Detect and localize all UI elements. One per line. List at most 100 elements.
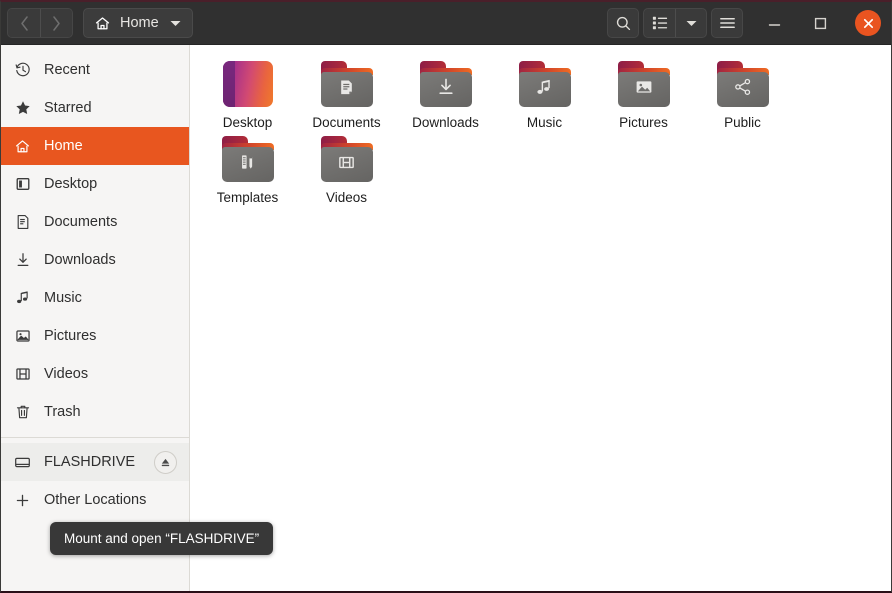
folder-icon (320, 61, 373, 107)
file-item-desktop[interactable]: Desktop (198, 55, 297, 130)
eject-icon (161, 458, 170, 466)
download-icon (14, 252, 31, 269)
folder-icon (617, 61, 670, 107)
sidebar-item-home[interactable]: Home (1, 127, 189, 165)
trash-icon (14, 404, 31, 421)
search-button[interactable] (607, 8, 639, 38)
sidebar-item-trash[interactable]: Trash (1, 393, 189, 431)
star-icon (14, 100, 31, 117)
file-item-pictures[interactable]: Pictures (594, 55, 693, 130)
maximize-button[interactable] (805, 8, 835, 38)
template-icon (239, 153, 257, 176)
back-button[interactable] (8, 9, 40, 37)
window-body: Recent Starred Home Desktop Documents Do… (1, 45, 891, 591)
document-icon (337, 78, 356, 102)
close-icon (863, 18, 873, 28)
sidebar-item-label: Trash (44, 404, 81, 420)
titlebar-left-group: Home (7, 8, 193, 38)
home-icon (14, 138, 31, 155)
drive-icon (14, 454, 31, 471)
chevron-right-icon (53, 15, 60, 31)
sidebar-item-documents[interactable]: Documents (1, 203, 189, 241)
list-view-icon (652, 16, 667, 30)
main-menu-button[interactable] (711, 8, 743, 38)
view-mode-button[interactable] (644, 9, 675, 37)
file-item-music[interactable]: Music (495, 55, 594, 130)
forward-button[interactable] (40, 9, 72, 37)
file-item-documents[interactable]: Documents (297, 55, 396, 130)
sidebar-item-label: FLASHDRIVE (44, 454, 136, 470)
titlebar: Home (1, 2, 891, 45)
folder-icon (320, 136, 373, 182)
monitor-icon (14, 176, 31, 193)
sidebar-item-label: Desktop (44, 176, 98, 192)
film-icon (14, 366, 31, 383)
sidebar-item-starred[interactable]: Starred (1, 89, 189, 127)
folder-icon (716, 61, 769, 107)
sidebar-item-downloads[interactable]: Downloads (1, 241, 189, 279)
view-options-dropdown-button[interactable] (675, 9, 706, 37)
hamburger-menu-icon (719, 17, 735, 29)
navigation-buttons (7, 8, 73, 38)
tooltip: Mount and open “FLASHDRIVE” (50, 522, 274, 555)
sidebar-item-flashdrive[interactable]: FLASHDRIVE (1, 443, 189, 481)
path-bar-label: Home (120, 15, 159, 31)
sidebar-item-desktop[interactable]: Desktop (1, 165, 189, 203)
file-item-label: Downloads (412, 115, 479, 130)
image-icon (634, 77, 654, 102)
folder-icon (221, 136, 274, 182)
maximize-icon (814, 17, 826, 29)
sidebar: Recent Starred Home Desktop Documents Do… (1, 45, 274, 591)
close-button[interactable] (855, 10, 881, 36)
sidebar-item-music[interactable]: Music (1, 279, 189, 317)
sidebar-item-label: Downloads (44, 252, 116, 268)
minimize-icon (768, 24, 780, 26)
desktop-gradient-icon (222, 61, 273, 107)
sidebar-item-videos[interactable]: Videos (1, 355, 189, 393)
sidebar-item-label: Starred (44, 100, 92, 116)
view-options-group (643, 8, 707, 38)
sidebar-item-label: Documents (44, 214, 118, 230)
file-item-videos[interactable]: Videos (297, 130, 396, 205)
eject-button[interactable] (154, 450, 177, 474)
sidebar-item-label: Videos (44, 366, 89, 382)
minimize-button[interactable] (759, 8, 789, 38)
sidebar-item-label: Music (44, 290, 82, 306)
titlebar-right-group (607, 8, 885, 38)
file-item-label: Music (526, 115, 563, 130)
sidebar-item-label: Pictures (44, 328, 97, 344)
sidebar-divider (1, 437, 189, 438)
search-icon (616, 16, 630, 30)
chevron-down-icon (170, 15, 181, 31)
folder-icon (518, 61, 571, 107)
file-item-label: Videos (325, 190, 368, 205)
path-bar-home-button[interactable]: Home (83, 8, 193, 38)
share-nodes-icon (733, 77, 753, 102)
film-icon (337, 153, 356, 177)
image-icon (14, 328, 31, 345)
music-note-icon (14, 290, 31, 307)
home-icon (94, 15, 111, 32)
file-item-label: Pictures (619, 115, 668, 130)
download-icon (436, 77, 456, 102)
sidebar-item-label: Home (44, 138, 83, 154)
file-manager-window: Home Recent Starred Home Desktop Documen… (0, 0, 892, 593)
file-item-templates[interactable]: Templates (198, 130, 297, 205)
file-item-label: Public (724, 115, 761, 130)
chevron-left-icon (20, 15, 28, 31)
file-item-label: Desktop (222, 115, 273, 130)
file-item-public[interactable]: Public (693, 55, 792, 130)
folder-icon (419, 61, 472, 107)
sidebar-item-recent[interactable]: Recent (1, 51, 189, 89)
music-note-icon (535, 78, 554, 102)
sidebar-item-other-locations[interactable]: Other Locations (1, 481, 189, 519)
file-item-label: Templates (216, 190, 279, 205)
file-item-downloads[interactable]: Downloads (396, 55, 495, 130)
sidebar-item-pictures[interactable]: Pictures (1, 317, 189, 355)
sidebar-item-label: Recent (44, 62, 90, 78)
clock-icon (14, 62, 31, 79)
document-icon (14, 214, 31, 231)
file-item-label: Documents (312, 115, 381, 130)
sidebar-item-label: Other Locations (44, 492, 147, 508)
chevron-down-icon (686, 20, 696, 26)
